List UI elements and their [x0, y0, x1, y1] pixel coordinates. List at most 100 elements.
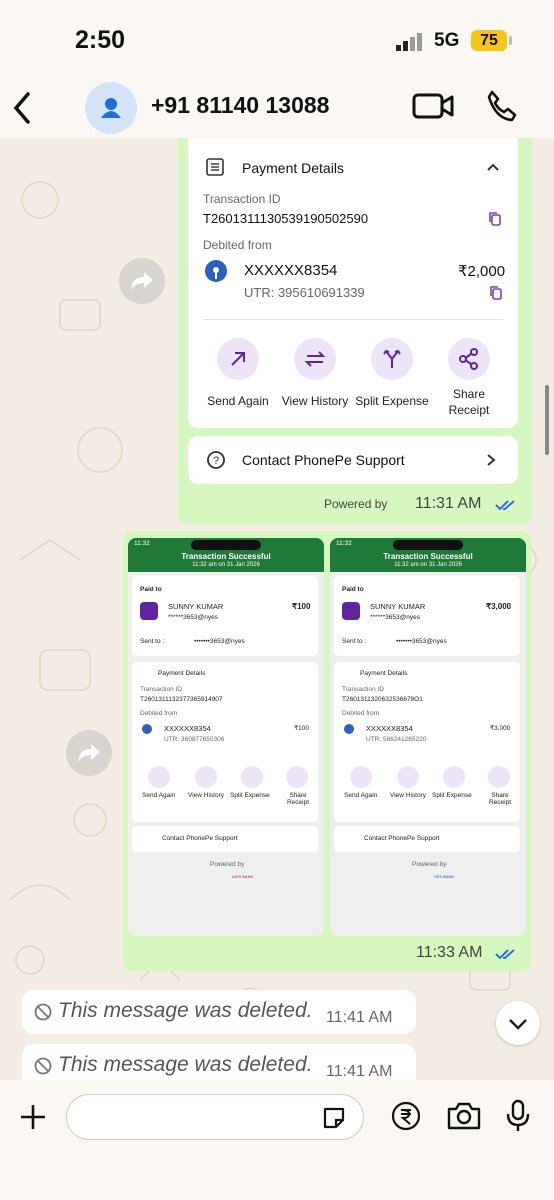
forward-arrow-icon — [78, 744, 100, 762]
account-number: XXXXXX8354 — [366, 724, 413, 733]
scroll-down-button[interactable] — [496, 1001, 540, 1045]
paid-amount: ₹3,000 — [486, 602, 512, 611]
payee-logo — [140, 602, 158, 620]
success-title: Transaction Successful — [383, 552, 473, 561]
success-subtitle: 11:32 am on 31 Jan 2026 — [192, 562, 260, 568]
bank-logo-icon — [344, 724, 354, 734]
screenshot-thumbnail-2[interactable]: 11:32 Transaction Successful 11:32 am on… — [330, 538, 526, 936]
send-again-button[interactable] — [217, 338, 259, 380]
powered-by-label: Powered by — [412, 861, 447, 868]
split-expense-button[interactable] — [371, 338, 413, 380]
contact-name[interactable]: +91 81140 13088 — [151, 92, 329, 119]
forward-button[interactable] — [119, 258, 165, 304]
chat-header: +91 81140 13088 — [0, 80, 554, 138]
view-history-button[interactable] — [294, 338, 336, 380]
support-label: Contact PhonePe Support — [162, 835, 238, 842]
camera-icon[interactable] — [446, 1101, 482, 1131]
send-again-label: Send Again — [142, 792, 176, 799]
copy-icon[interactable] — [489, 285, 503, 301]
thumb-clock: 11:32 — [134, 540, 150, 547]
view-history-button — [195, 766, 217, 788]
blocked-icon — [34, 1003, 52, 1021]
split-expense-label: Split Expense — [230, 792, 270, 799]
support-row: Contact PhonePe Support — [334, 826, 520, 852]
split-expense-button — [443, 766, 465, 788]
share-receipt-label: Share Receipt — [286, 792, 310, 806]
forward-arrow-icon — [131, 272, 153, 290]
forward-button[interactable] — [66, 730, 112, 776]
phone-call-icon[interactable] — [484, 89, 518, 123]
share-receipt-button — [286, 766, 308, 788]
powered-by-label: Powered by — [324, 497, 388, 511]
utr-number: UTR: 360877650306 — [164, 736, 225, 743]
view-history-label: View History — [390, 792, 427, 799]
section-title: Payment Details — [158, 670, 206, 677]
read-receipt-icon — [495, 500, 515, 511]
transaction-id-label: Transaction ID — [203, 192, 281, 206]
paid-to-card: Paid to SUNNY KUMAR ******3653@nyes ₹100… — [132, 576, 318, 656]
svg-text:?: ? — [213, 455, 219, 467]
payee-logo — [342, 602, 360, 620]
split-expense-label: Split Expense — [432, 792, 472, 799]
rupee-payment-icon[interactable] — [390, 1100, 422, 1132]
message-input[interactable] — [66, 1094, 364, 1140]
divider — [203, 319, 503, 320]
send-again-button — [148, 766, 170, 788]
success-header: 11:32 Transaction Successful 11:32 am on… — [330, 538, 526, 572]
battery-indicator: 75 — [471, 30, 512, 51]
transaction-id-label: Transaction ID — [140, 686, 183, 693]
send-again-button — [350, 766, 372, 788]
status-time: 2:50 — [75, 26, 126, 54]
share-receipt-button[interactable] — [448, 338, 490, 380]
screenshot-thumbnail-1[interactable]: 11:32 Transaction Successful 11:32 am on… — [128, 538, 324, 936]
camera-notch — [191, 540, 261, 550]
payment-details-card: Payment Details Transaction ID T26013111… — [188, 138, 518, 428]
blocked-icon — [34, 1057, 52, 1075]
paid-amount: ₹100 — [292, 602, 311, 611]
view-history-label: View History — [188, 792, 225, 799]
chevron-down-icon — [509, 1019, 527, 1030]
utr-number: UTR: 586241265220 — [366, 736, 427, 743]
receipt-icon — [206, 158, 224, 176]
arrow-up-right-icon — [231, 352, 245, 366]
deleted-message[interactable]: This message was deleted. 11:41 AM — [22, 990, 416, 1034]
support-row[interactable]: ? Contact PhonePe Support — [188, 436, 518, 484]
section-title: Payment Details — [242, 160, 344, 176]
paid-to-label: Paid to — [140, 586, 162, 593]
send-again-label: Send Again — [207, 394, 269, 408]
split-expense-button — [241, 766, 263, 788]
bank-name: AXIS BANK — [232, 874, 254, 879]
share-receipt-label: Share Receipt — [488, 792, 512, 806]
account-number: XXXXXX8354 — [244, 262, 338, 279]
status-bar: 2:50 5G 75 — [0, 0, 554, 80]
payment-details-card: Payment Details Transaction ID T26013113… — [334, 662, 520, 822]
success-subtitle: 11:32 am on 31 Jan 2026 — [394, 562, 462, 568]
account-amount: ₹100 — [294, 725, 309, 732]
microphone-icon[interactable] — [504, 1098, 532, 1134]
plus-icon[interactable] — [18, 1102, 48, 1132]
scrollbar[interactable] — [545, 385, 549, 455]
payee-upi: ******3653@nyes — [370, 614, 420, 621]
debited-from-label: Debited from — [203, 238, 272, 252]
bank-logo-icon — [142, 724, 152, 734]
view-history-button — [397, 766, 419, 788]
success-header: 11:32 Transaction Successful 11:32 am on… — [128, 538, 324, 572]
video-call-icon[interactable] — [412, 90, 454, 122]
copy-icon[interactable] — [488, 211, 502, 227]
payment-details-card: Payment Details Transaction ID T26013111… — [132, 662, 318, 822]
message-time: 11:33 AM — [416, 944, 483, 961]
send-again-label: Send Again — [344, 792, 378, 799]
swap-arrows-icon — [304, 351, 326, 367]
split-icon — [383, 349, 401, 368]
thumb-clock: 11:32 — [336, 540, 352, 547]
message-time: 11:41 AM — [326, 1009, 393, 1026]
transaction-id: T2601311320632536678O1 — [342, 696, 423, 703]
payee-upi: ******3653@nyes — [168, 614, 218, 621]
chevron-right-icon — [487, 454, 496, 466]
contact-avatar[interactable] — [85, 82, 137, 134]
split-expense-label: Split Expense — [355, 394, 429, 408]
sticker-icon[interactable] — [321, 1105, 347, 1131]
back-arrow-icon[interactable] — [8, 88, 38, 128]
chevron-up-icon[interactable] — [486, 162, 500, 172]
account-number: XXXXXX8354 — [164, 724, 211, 733]
